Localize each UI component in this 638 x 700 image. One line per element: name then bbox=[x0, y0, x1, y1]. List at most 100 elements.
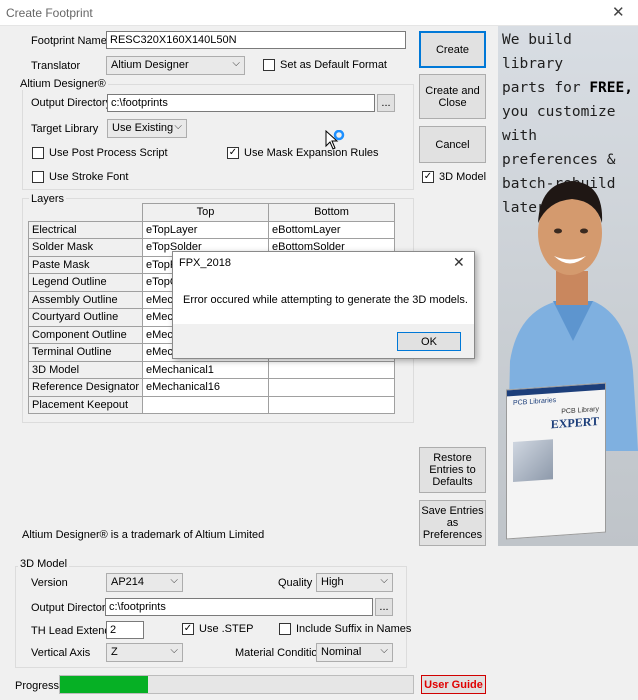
target-library-select[interactable]: Use Existing ⌵ bbox=[107, 119, 187, 138]
layer-bottom-cell[interactable] bbox=[268, 378, 395, 397]
chevron-down-icon: ⌵ bbox=[170, 645, 178, 656]
translator-value: Altium Designer bbox=[111, 59, 189, 71]
model3d-output-dir-input[interactable]: c:\footprints bbox=[105, 598, 373, 616]
close-icon[interactable]: ✕ bbox=[453, 254, 465, 271]
table-row: Electrical eTopLayer eBottomLayer bbox=[27, 220, 395, 239]
ad-line-2-pre: parts for bbox=[502, 80, 590, 96]
include-suffix-label: Include Suffix in Names bbox=[296, 623, 412, 635]
target-library-label: Target Library bbox=[31, 123, 99, 135]
use-step-label: Use .STEP bbox=[199, 623, 254, 635]
close-icon[interactable]: ✕ bbox=[612, 3, 625, 21]
layer-name: Courtyard Outline bbox=[27, 308, 144, 327]
model-3d-checkbox[interactable]: ✓ bbox=[422, 171, 434, 183]
progress-fill bbox=[60, 676, 149, 693]
product-title: EXPERT bbox=[550, 413, 599, 432]
th-lead-label: TH Lead Extend bbox=[31, 625, 111, 637]
model-3d-label: 3D Model bbox=[439, 171, 487, 183]
product-box: PCB Libraries PCB Library EXPERT bbox=[506, 382, 606, 540]
layer-name: Paste Mask bbox=[27, 255, 144, 274]
use-mask-expansion-label: Use Mask Expansion Rules bbox=[244, 147, 379, 159]
layers-col-bottom: Bottom bbox=[268, 203, 395, 222]
vertical-axis-label: Vertical Axis bbox=[31, 647, 91, 659]
progress-label: Progress bbox=[15, 680, 60, 692]
output-dir-label: Output Directory bbox=[31, 97, 112, 109]
include-suffix-checkbox[interactable] bbox=[279, 623, 291, 635]
quality-select[interactable]: High ⌵ bbox=[316, 573, 393, 592]
use-post-process-label: Use Post Process Script bbox=[49, 147, 168, 159]
create-close-button[interactable]: Create and Close bbox=[419, 74, 486, 119]
title-bar: Create Footprint ✕ bbox=[0, 0, 638, 26]
error-dialog: FPX_2018 ✕ Error occured while attemptin… bbox=[172, 251, 475, 359]
restore-defaults-button[interactable]: Restore Entries to Defaults bbox=[419, 447, 486, 493]
layer-name: Legend Outline bbox=[27, 273, 144, 292]
layers-corner bbox=[29, 204, 143, 222]
create-button[interactable]: Create bbox=[419, 31, 486, 68]
th-lead-input[interactable]: 2 bbox=[106, 621, 144, 639]
layer-name: Component Outline bbox=[27, 325, 144, 344]
output-dir-input[interactable]: c:\footprints bbox=[107, 94, 375, 112]
ad-banner[interactable]: We build library parts for FREE, you cus… bbox=[498, 26, 638, 546]
use-step-checkbox[interactable]: ✓ bbox=[182, 623, 194, 635]
chevron-down-icon: ⌵ bbox=[380, 645, 388, 656]
model3d-output-dir-label: Output Directory bbox=[31, 602, 112, 614]
layer-bottom-cell[interactable] bbox=[268, 360, 395, 379]
error-dialog-title: FPX_2018 bbox=[179, 257, 231, 269]
layer-top-cell[interactable] bbox=[142, 395, 270, 414]
layer-name: Solder Mask bbox=[27, 238, 144, 257]
layer-name: Assembly Outline bbox=[27, 290, 144, 309]
layer-top-cell[interactable]: eMechanical1 bbox=[142, 360, 270, 379]
user-guide-button[interactable]: User Guide bbox=[421, 675, 486, 694]
model3d-group-title: 3D Model bbox=[18, 558, 70, 570]
ad-line-1: We build library bbox=[502, 32, 572, 72]
layers-col-top: Top bbox=[142, 203, 270, 222]
layer-name: Placement Keepout bbox=[27, 395, 144, 414]
model3d-browse-button[interactable]: ... bbox=[375, 598, 393, 616]
layer-top-cell[interactable]: eTopLayer bbox=[142, 220, 270, 239]
layer-name: Electrical bbox=[27, 220, 144, 239]
vertical-axis-select[interactable]: Z ⌵ bbox=[106, 643, 183, 662]
layer-name: Reference Designator bbox=[27, 378, 144, 397]
footprint-name-input[interactable]: RESC320X160X140L50N bbox=[106, 31, 406, 49]
quality-value: High bbox=[321, 576, 344, 588]
ok-button[interactable]: OK bbox=[397, 332, 461, 351]
error-dialog-footer: OK bbox=[173, 324, 474, 358]
material-select[interactable]: Nominal ⌵ bbox=[316, 643, 393, 662]
use-stroke-font-checkbox[interactable] bbox=[32, 171, 44, 183]
quality-label: Quality bbox=[278, 577, 313, 589]
product-brand: PCB Libraries bbox=[513, 396, 557, 408]
chevron-down-icon: ⌵ bbox=[170, 575, 178, 586]
save-preferences-button[interactable]: Save Entries as Preferences bbox=[419, 500, 486, 546]
set-default-label: Set as Default Format bbox=[280, 59, 387, 71]
user-guide-label: User Guide bbox=[424, 678, 483, 691]
material-value: Nominal bbox=[321, 646, 362, 658]
output-dir-browse-button[interactable]: ... bbox=[377, 94, 395, 112]
translator-label: Translator bbox=[31, 60, 81, 72]
chevron-down-icon: ⌵ bbox=[232, 58, 240, 69]
target-library-value: Use Existing bbox=[112, 122, 174, 134]
footprint-name-label: Footprint Name bbox=[31, 35, 107, 47]
progress-bar bbox=[59, 675, 414, 694]
table-row: Reference Designator eMechanical16 bbox=[27, 378, 395, 397]
set-default-checkbox[interactable] bbox=[263, 59, 275, 71]
vertical-axis-value: Z bbox=[111, 646, 118, 658]
version-select[interactable]: AP214 ⌵ bbox=[106, 573, 183, 592]
ad-line-2: parts for FREE, bbox=[502, 76, 636, 100]
layer-name: 3D Model bbox=[27, 360, 144, 379]
use-stroke-font-label: Use Stroke Font bbox=[49, 171, 129, 183]
use-post-process-checkbox[interactable] bbox=[32, 147, 44, 159]
material-label: Material Condition bbox=[235, 647, 324, 659]
chevron-down-icon: ⌵ bbox=[380, 575, 388, 586]
chevron-down-icon: ⌵ bbox=[174, 121, 182, 132]
version-label: Version bbox=[31, 577, 68, 589]
layer-bottom-cell[interactable] bbox=[268, 395, 395, 414]
table-row: Placement Keepout bbox=[27, 395, 395, 414]
layer-top-cell[interactable]: eMechanical16 bbox=[142, 378, 270, 397]
cancel-button[interactable]: Cancel bbox=[419, 126, 486, 163]
layer-name: Terminal Outline bbox=[27, 343, 144, 362]
layers-header-row: Top Bottom bbox=[29, 203, 395, 222]
table-row: 3D Model eMechanical1 bbox=[27, 360, 395, 379]
error-dialog-message: Error occured while attempting to genera… bbox=[183, 294, 468, 306]
layer-bottom-cell[interactable]: eBottomLayer bbox=[268, 220, 395, 239]
translator-select[interactable]: Altium Designer ⌵ bbox=[106, 56, 245, 75]
use-mask-expansion-checkbox[interactable]: ✓ bbox=[227, 147, 239, 159]
